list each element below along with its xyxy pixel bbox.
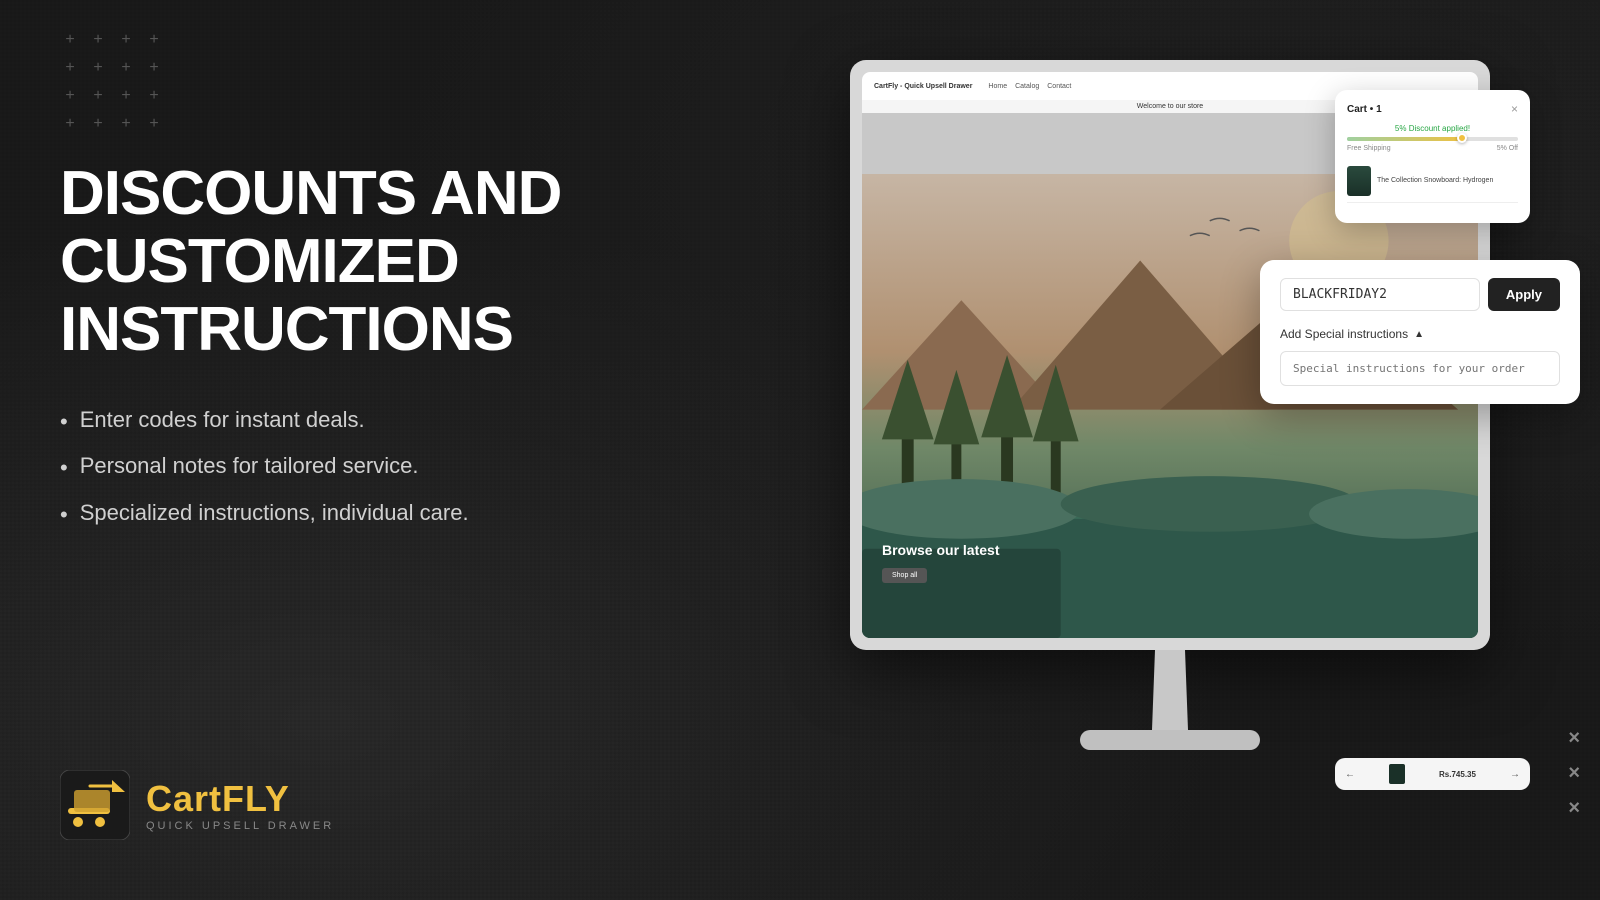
product-thumbnail — [1347, 166, 1371, 196]
cart-bottom-bar: ← Rs.745.35 → — [1335, 758, 1530, 790]
shipping-labels: Free Shipping 5% Off — [1347, 145, 1518, 152]
title-line3: INSTRUCTIONS — [60, 295, 513, 364]
discount-code-input[interactable] — [1280, 278, 1480, 311]
monitor-stand — [1140, 650, 1200, 730]
discount-input-row: Apply — [1280, 278, 1560, 311]
monitor-base — [1080, 730, 1260, 750]
product-preview: The Collection Snowboard: Hydrogen — [1347, 160, 1518, 203]
cart-total: Rs.745.35 — [1439, 770, 1476, 779]
cart-header: Cart • 1 × — [1347, 102, 1518, 116]
discount-label: 5% Discount applied! — [1347, 124, 1518, 133]
left-content-area: DISCOUNTS AND CUSTOMIZED INSTRUCTIONS • … — [60, 160, 680, 591]
shop-button[interactable]: Shop all — [882, 568, 927, 583]
plus-icon: + — [144, 58, 164, 78]
plus-icon: + — [144, 30, 164, 50]
cart-drawer: Cart • 1 × 5% Discount applied! Free Shi… — [1335, 90, 1530, 223]
x-mark-icon: × — [1568, 762, 1580, 785]
scene-illustration — [862, 174, 1478, 638]
bullet-text: Personal notes for tailored service. — [80, 451, 419, 482]
site-nav-logo: CartFly - Quick Upsell Drawer — [874, 83, 972, 90]
nav-link[interactable]: Catalog — [1015, 83, 1039, 90]
bullet-icon: • — [60, 453, 68, 484]
plus-icon: + — [116, 30, 136, 50]
site-nav-links: Home Catalog Contact — [988, 83, 1071, 90]
add-special-label: Add Special instructions — [1280, 327, 1408, 341]
brand-subtitle: QUICK UPSELL DRAWER — [146, 820, 334, 832]
free-shipping-label: Free Shipping — [1347, 145, 1391, 152]
brand-section: CartFLY QUICK UPSELL DRAWER — [60, 770, 334, 840]
brand-text: CartFLY QUICK UPSELL DRAWER — [146, 778, 334, 832]
cart-next-arrow[interactable]: → — [1510, 769, 1520, 780]
brand-name-highlight: FLY — [222, 778, 290, 819]
x-mark-icon: × — [1568, 797, 1580, 820]
nav-link[interactable]: Contact — [1047, 83, 1071, 90]
x-marks-decoration: × × × — [1568, 727, 1580, 820]
bullet-icon: • — [60, 500, 68, 531]
x-mark-icon: × — [1568, 727, 1580, 750]
plus-icon: + — [144, 114, 164, 134]
bullet-text: Specialized instructions, individual car… — [80, 498, 469, 529]
plus-icon: + — [116, 114, 136, 134]
monitor-mockup: CartFly - Quick Upsell Drawer Home Catal… — [820, 60, 1520, 820]
discount-fill — [1347, 137, 1467, 141]
discount-dot — [1457, 133, 1467, 143]
brand-name-regular: Cart — [146, 778, 222, 819]
plus-icon: + — [88, 30, 108, 50]
page-title: DISCOUNTS AND CUSTOMIZED INSTRUCTIONS — [60, 160, 680, 365]
bullet-text: Enter codes for instant deals. — [80, 405, 365, 436]
add-special-instructions-row[interactable]: Add Special instructions ▲ — [1280, 327, 1560, 341]
special-instructions-input[interactable] — [1280, 351, 1560, 386]
plus-icon: + — [88, 86, 108, 106]
browse-text: Browse our latest — [882, 542, 999, 558]
discount-code-card: Apply Add Special instructions ▲ — [1260, 260, 1580, 404]
plus-icon: + — [116, 86, 136, 106]
title-line1: DISCOUNTS AND — [60, 159, 561, 228]
cart-close-button[interactable]: × — [1511, 102, 1518, 116]
plus-icon: + — [60, 30, 80, 50]
list-item: • Specialized instructions, individual c… — [60, 498, 680, 531]
plus-icon: + — [116, 58, 136, 78]
list-item: • Personal notes for tailored service. — [60, 451, 680, 484]
discount-track — [1347, 137, 1518, 141]
list-item: • Enter codes for instant deals. — [60, 405, 680, 438]
feature-list: • Enter codes for instant deals. • Perso… — [60, 405, 680, 531]
bullet-icon: • — [60, 407, 68, 438]
brand-name: CartFLY — [146, 778, 334, 820]
plus-icon: + — [60, 114, 80, 134]
plus-icon: + — [88, 114, 108, 134]
discount-progress-section: 5% Discount applied! Free Shipping 5% Of… — [1347, 124, 1518, 152]
discount-value-label: 5% Off — [1497, 145, 1518, 152]
brand-logo-icon — [60, 770, 130, 840]
plus-icon: + — [144, 86, 164, 106]
chevron-up-icon: ▲ — [1414, 329, 1424, 340]
plus-grid-decoration: + + + + + + + + + + + + + + + + — [60, 30, 164, 134]
plus-icon: + — [88, 58, 108, 78]
nav-link[interactable]: Home — [988, 83, 1007, 90]
cart-title: Cart • 1 — [1347, 104, 1382, 115]
product-name: The Collection Snowboard: Hydrogen — [1377, 176, 1493, 186]
title-line2: CUSTOMIZED — [60, 227, 459, 296]
plus-icon: + — [60, 58, 80, 78]
apply-button[interactable]: Apply — [1488, 278, 1560, 311]
plus-icon: + — [60, 86, 80, 106]
cart-product-mini-thumb — [1389, 764, 1405, 784]
cart-prev-arrow[interactable]: ← — [1345, 769, 1355, 780]
